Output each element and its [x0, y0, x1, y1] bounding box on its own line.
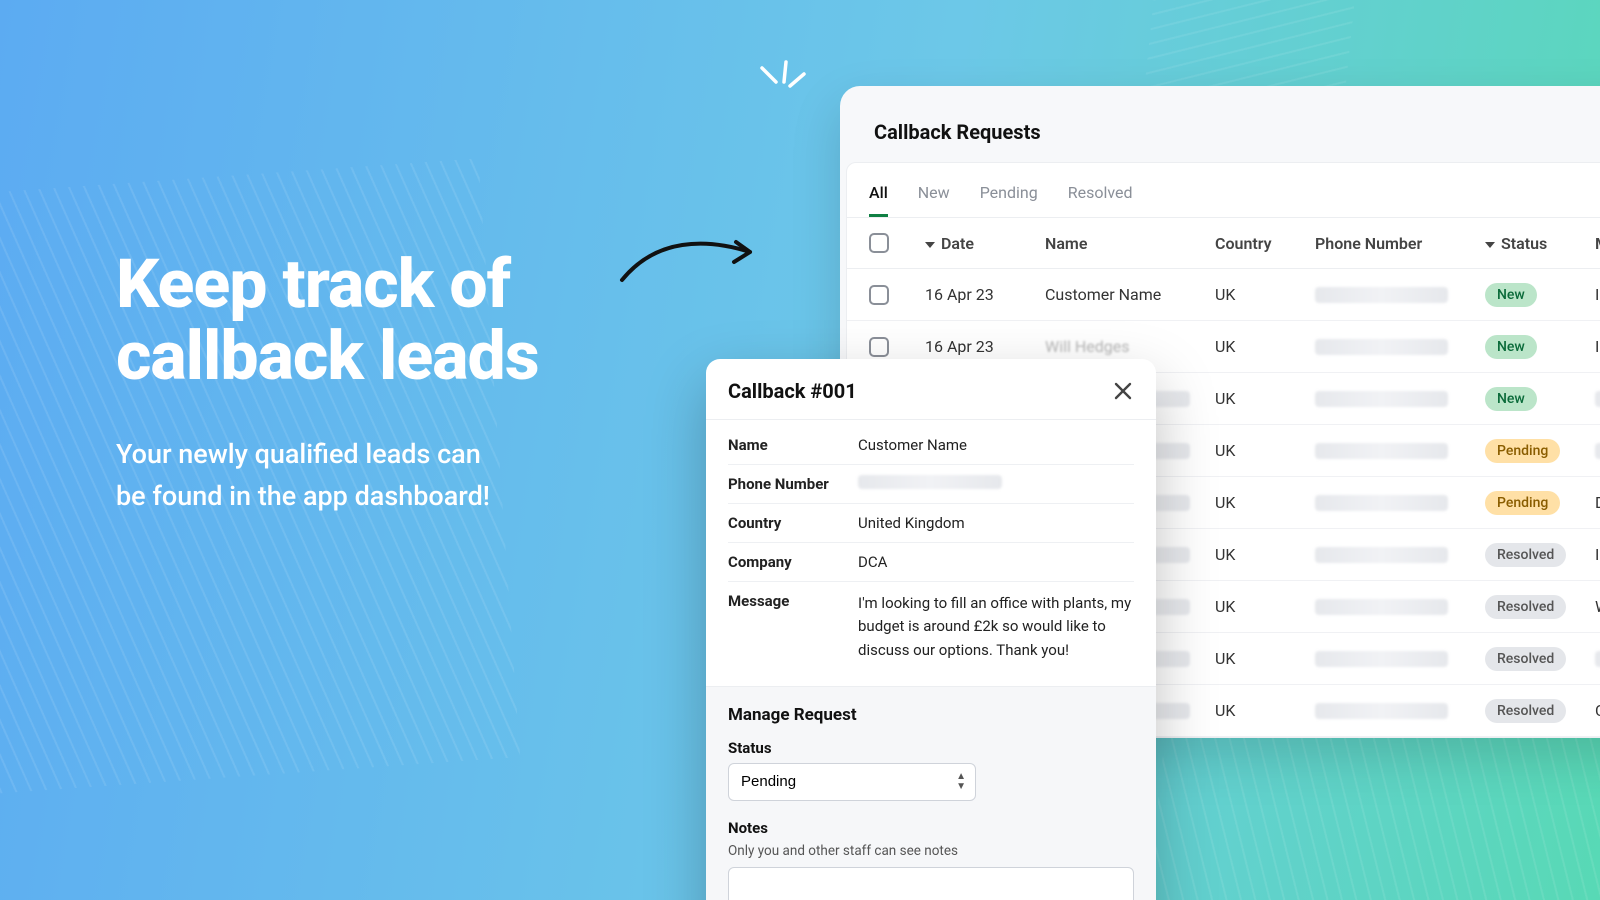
table-row[interactable]: 16 Apr 23Customer NameUK New I'm look: [847, 269, 1600, 321]
hero-title-line: callback leads: [116, 316, 539, 396]
detail-title: Callback #001: [728, 379, 857, 403]
cell-country: UK: [1215, 545, 1315, 564]
cell-phone: [1315, 495, 1485, 511]
cell-status: Pending: [1485, 439, 1595, 463]
detail-body: Name Customer Name Phone Number Country …: [706, 419, 1156, 686]
cell-status: New: [1485, 387, 1595, 411]
filter-tabs: All New Pending Resolved: [847, 163, 1600, 217]
manage-heading: Manage Request: [728, 705, 1134, 725]
col-country[interactable]: Country: [1215, 234, 1315, 253]
status-badge: Pending: [1485, 491, 1560, 515]
cell-phone: [1315, 599, 1485, 615]
sparkle-icon: [752, 60, 812, 110]
table-header: Date Name Country Phone Number Status Me…: [847, 217, 1600, 269]
hero-title: Keep track of callback leads: [116, 248, 656, 392]
detail-company-value: DCA: [858, 553, 1134, 571]
cell-message: [1595, 443, 1600, 459]
detail-label-phone: Phone Number: [728, 475, 858, 493]
tab-pending[interactable]: Pending: [980, 177, 1038, 217]
status-badge: Resolved: [1485, 595, 1566, 619]
detail-name-value: Customer Name: [858, 436, 1134, 454]
cell-country: UK: [1215, 337, 1315, 356]
cell-message: I'd like t: [1595, 545, 1600, 564]
status-badge: Resolved: [1485, 647, 1566, 671]
hero: Keep track of callback leads Your newly …: [116, 248, 656, 518]
status-badge: Resolved: [1485, 699, 1566, 723]
cell-country: UK: [1215, 441, 1315, 460]
panel-title: Callback Requests: [840, 120, 1600, 162]
cell-status: Resolved: [1485, 699, 1595, 723]
notes-label: Notes: [728, 819, 1134, 837]
cell-message: [1595, 391, 1600, 407]
status-badge: New: [1485, 283, 1537, 307]
cell-message: Could s: [1595, 701, 1600, 720]
status-badge: New: [1485, 335, 1537, 359]
cell-name: Customer Name: [1045, 285, 1215, 304]
cell-message: We hav: [1595, 597, 1600, 616]
status-label: Status: [728, 739, 1134, 757]
hero-title-line: Keep track of: [116, 244, 510, 324]
notes-help: Only you and other staff can see notes: [728, 843, 1134, 859]
cell-country: UK: [1215, 701, 1315, 720]
cell-status: Resolved: [1485, 647, 1595, 671]
cell-phone: [1315, 651, 1485, 667]
callback-detail-card: Callback #001 Name Customer Name Phone N…: [706, 359, 1156, 900]
cell-phone: [1315, 339, 1485, 355]
tab-new[interactable]: New: [918, 177, 950, 217]
detail-label-country: Country: [728, 514, 858, 532]
cell-country: UK: [1215, 597, 1315, 616]
row-checkbox[interactable]: [869, 285, 889, 305]
cell-status: Pending: [1485, 491, 1595, 515]
col-date[interactable]: Date: [925, 234, 1045, 253]
hero-subtitle: Your newly qualified leads can be found …: [116, 434, 656, 518]
col-status[interactable]: Status: [1485, 234, 1595, 253]
status-badge: Pending: [1485, 439, 1560, 463]
select-all-checkbox[interactable]: [869, 233, 889, 253]
status-badge: New: [1485, 387, 1537, 411]
cell-message: Do you: [1595, 493, 1600, 512]
detail-message-value: I'm looking to fill an office with plant…: [858, 592, 1134, 662]
cell-date: 16 Apr 23: [925, 337, 1045, 356]
manage-request-section: Manage Request Status Pending ▲▼ Notes O…: [706, 686, 1156, 900]
cell-message: I'm look: [1595, 285, 1600, 304]
cell-country: UK: [1215, 389, 1315, 408]
cell-date: 16 Apr 23: [925, 285, 1045, 304]
col-name[interactable]: Name: [1045, 234, 1215, 253]
detail-label-company: Company: [728, 553, 858, 571]
cell-status: Resolved: [1485, 595, 1595, 619]
cell-name: Will Hedges: [1045, 337, 1215, 356]
hero-subtitle-line: Your newly qualified leads can: [116, 438, 481, 470]
cell-status: New: [1485, 283, 1595, 307]
cell-phone: [1315, 443, 1485, 459]
detail-label-name: Name: [728, 436, 858, 454]
detail-label-message: Message: [728, 592, 858, 610]
row-checkbox[interactable]: [869, 337, 889, 357]
col-phone[interactable]: Phone Number: [1315, 234, 1485, 253]
cell-phone: [1315, 391, 1485, 407]
close-icon[interactable]: [1112, 380, 1134, 402]
cell-status: Resolved: [1485, 543, 1595, 567]
cell-country: UK: [1215, 285, 1315, 304]
detail-country-value: United Kingdom: [858, 514, 1134, 532]
cell-message: I have a: [1595, 337, 1600, 356]
cell-message: [1595, 651, 1600, 667]
cell-country: UK: [1215, 493, 1315, 512]
notes-textarea[interactable]: [728, 867, 1134, 900]
status-select[interactable]: Pending: [728, 763, 976, 801]
tab-all[interactable]: All: [869, 177, 888, 217]
cell-phone: [1315, 287, 1485, 303]
col-message[interactable]: Messag: [1595, 234, 1600, 253]
hero-subtitle-line: be found in the app dashboard!: [116, 480, 490, 512]
cell-phone: [1315, 547, 1485, 563]
detail-phone-value: [858, 475, 1134, 489]
status-badge: Resolved: [1485, 543, 1566, 567]
cell-status: New: [1485, 335, 1595, 359]
cell-phone: [1315, 703, 1485, 719]
cell-country: UK: [1215, 649, 1315, 668]
tab-resolved[interactable]: Resolved: [1068, 177, 1133, 217]
